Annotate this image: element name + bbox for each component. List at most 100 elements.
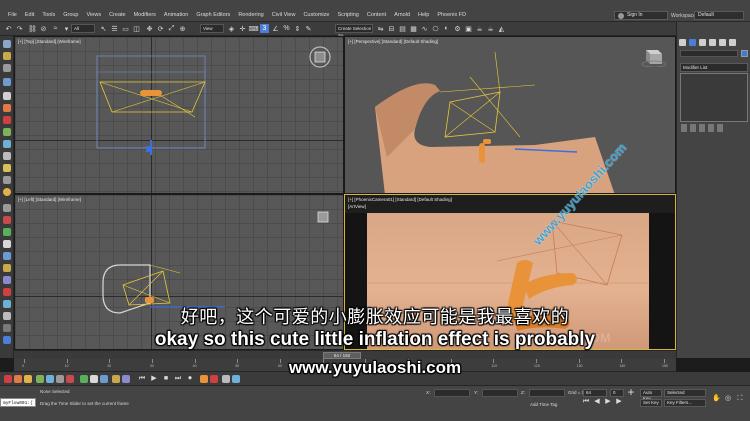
hierarchy-tab-icon[interactable] [699,39,706,46]
menu-group[interactable]: Group [59,12,82,18]
link-icon[interactable]: ⛓ [28,24,37,33]
viewcube-icon[interactable] [308,45,332,69]
toggle-ribbon-icon[interactable]: ▦ [409,24,418,33]
named-selection-sets-dropdown[interactable]: Create Selection Se [335,24,373,38]
helpers-icon[interactable] [3,140,11,148]
render-iterative-icon[interactable]: ☕ [486,24,495,33]
mirror-icon[interactable]: ⇋ [376,24,385,33]
add-time-tag[interactable]: Add Time Tag [530,402,557,407]
curve-editor-icon[interactable]: ∿ [420,24,429,33]
menu-help[interactable]: Help [414,12,433,18]
move-icon[interactable]: ✥ [145,24,154,33]
menu-edit[interactable]: Edit [21,12,38,18]
workspace-select[interactable]: Default [694,11,744,20]
filter-cameras-icon[interactable] [3,252,11,260]
add-key-icon[interactable]: + [626,386,636,398]
spinner-snap-icon[interactable]: ⇕ [293,24,302,33]
sort-icon[interactable] [3,78,11,86]
geometry-icon[interactable] [3,92,11,100]
viewport-layout-icon[interactable] [3,64,11,72]
reference-coord-dropdown[interactable]: View [200,24,224,33]
menu-civil-view[interactable]: Civil View [268,12,300,18]
pivot-center-icon[interactable]: ◈ [227,24,236,33]
viewport-perspective[interactable]: [+] [Perspective] [Standard] [Default Sh… [344,36,676,194]
previous-frame-icon[interactable]: ◀ [593,398,601,406]
modifier-stack[interactable] [680,73,748,122]
window-crossing-icon[interactable]: ◫ [132,24,141,33]
scene-explorer-icon[interactable] [3,40,11,48]
remove-modifier-icon[interactable] [708,124,714,132]
create-tab-icon[interactable] [679,39,686,46]
modify-tab-icon[interactable] [689,39,696,46]
configure-sets-icon[interactable] [717,124,723,132]
placement-icon[interactable]: ⊕ [178,24,187,33]
edit-named-selections-icon[interactable]: ✎ [304,24,313,33]
menu-create[interactable]: Create [105,12,130,18]
menu-scripting[interactable]: Scripting [333,12,362,18]
angle-snap-icon[interactable]: ∠ [271,24,280,33]
cameras-icon[interactable] [3,128,11,136]
display-tab-icon[interactable] [719,39,726,46]
go-to-start-icon[interactable]: ⏮ [582,398,590,406]
play-icon[interactable]: ▶ [604,398,612,406]
viewport-top[interactable]: [+] [Top] [Standard] [Wireframe] [14,36,344,194]
menu-phoenix-fd[interactable]: Phoenix FD [433,12,470,18]
time-config-field[interactable]: 0 [610,389,624,397]
menu-content[interactable]: Content [363,12,390,18]
filter-geometry-icon[interactable] [3,216,11,224]
snap-toggle-icon[interactable]: 3 [260,24,269,33]
menu-graph-editors[interactable]: Graph Editors [192,12,234,18]
current-frame-field[interactable]: 64 [583,389,607,397]
redo-icon[interactable]: ↷ [15,24,24,33]
next-frame-icon[interactable]: ▶ [615,398,623,406]
select-object-icon[interactable]: ↖ [99,24,108,33]
sun-icon[interactable] [3,188,11,196]
layer-explorer-icon[interactable]: ▤ [398,24,407,33]
layer-icon[interactable] [3,52,11,60]
menu-file[interactable]: File [4,12,21,18]
undo-icon[interactable]: ↶ [4,24,13,33]
motion-tab-icon[interactable] [709,39,716,46]
rect-selection-icon[interactable]: ▭ [121,24,130,33]
rendered-frame-icon[interactable]: ▣ [464,24,473,33]
menu-tools[interactable]: Tools [38,12,59,18]
filter-shapes-icon[interactable] [3,228,11,236]
shapes-icon[interactable] [3,104,11,112]
key-mode-dropdown[interactable]: Selected [664,389,706,397]
viewcube-icon[interactable] [315,209,331,225]
maxscript-listener[interactable]: myFlow001:{ [0,398,36,407]
material-editor-icon[interactable]: ◐ [442,24,451,33]
utilities-tab-icon[interactable] [729,39,736,46]
filter-lights-icon[interactable] [3,240,11,248]
menu-modifiers[interactable]: Modifiers [130,12,160,18]
set-key-button[interactable]: Set Key [640,399,662,407]
unlink-icon[interactable]: ⊘ [39,24,48,33]
z-coordinate-field[interactable] [529,389,565,397]
selection-filter-dropdown[interactable]: All [71,24,95,33]
bind-space-warp-icon[interactable]: ≈ [51,24,60,33]
menu-arnold[interactable]: Arnold [390,12,414,18]
schematic-view-icon[interactable]: ⎔ [431,24,440,33]
keyboard-shortcut-icon[interactable]: ⌨ [248,24,258,33]
object-name-field[interactable] [680,50,738,57]
filter-groups-icon[interactable] [3,288,11,296]
pan-icon[interactable]: ✋ [712,395,721,403]
align-icon[interactable]: ⊟ [387,24,396,33]
lights-icon[interactable] [3,116,11,124]
filter-helpers-icon[interactable] [3,264,11,272]
select-manipulate-icon[interactable]: ✛ [238,24,247,33]
make-unique-icon[interactable] [699,124,705,132]
render-setup-icon[interactable]: ⚙ [453,24,462,33]
percent-snap-icon[interactable]: % [282,24,291,33]
auto-key-button[interactable]: Auto Key [640,389,662,401]
y-coordinate-field[interactable] [482,389,518,397]
key-filters-button[interactable]: Key Filters... [664,399,706,407]
arnold-render-icon[interactable]: ◭ [497,24,506,33]
menu-customize[interactable]: Customize [299,12,333,18]
menu-rendering[interactable]: Rendering [234,12,267,18]
show-end-result-icon[interactable] [690,124,696,132]
pin-stack-icon[interactable] [681,124,687,132]
scale-icon[interactable]: ⤢ [167,24,176,33]
select-by-name-icon[interactable]: ☰ [110,24,119,33]
render-production-icon[interactable]: ☕ [475,24,484,33]
